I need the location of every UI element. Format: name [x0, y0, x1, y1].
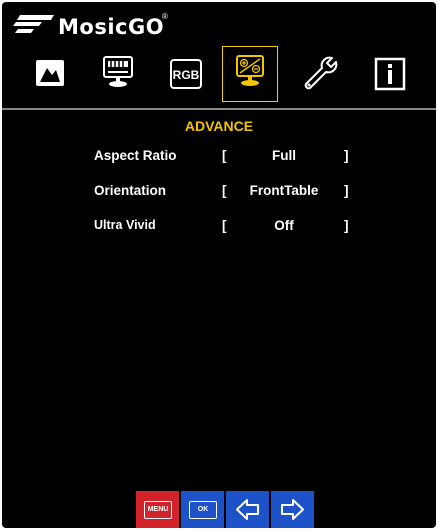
setting-label: Ultra Vivid — [94, 218, 156, 232]
setting-value: Full — [272, 148, 296, 163]
bracket-open: [ — [222, 148, 227, 163]
arrow-right-icon — [281, 499, 304, 520]
info-icon — [374, 57, 406, 91]
tab-setup[interactable] — [292, 46, 348, 102]
tab-rgb[interactable]: RGB — [158, 46, 214, 102]
rgb-icon: RGB — [170, 59, 202, 89]
brand-registered-mark: ® — [162, 12, 168, 21]
ok-button[interactable]: OK — [181, 491, 224, 528]
advance-icon — [236, 55, 264, 86]
tab-advance[interactable] — [222, 46, 278, 102]
setting-aspect-ratio[interactable]: Aspect Ratio [ Full ] — [2, 148, 436, 170]
left-arrow-button[interactable] — [226, 491, 269, 528]
setting-label: Orientation — [94, 183, 167, 198]
bracket-close: ] — [344, 148, 349, 163]
svg-text:RGB: RGB — [173, 68, 200, 82]
menu-button[interactable]: MENU — [136, 491, 179, 528]
bracket-close: ] — [344, 218, 349, 233]
ok-button-label: OK — [189, 501, 217, 519]
setting-orientation[interactable]: Orientation [ FrontTable ] — [2, 183, 436, 205]
picture-icon — [36, 60, 64, 86]
bracket-open: [ — [222, 218, 227, 233]
menu-tabs: RGB — [2, 46, 436, 104]
setting-ultra-vivid[interactable]: Ultra Vivid [ Off ] — [2, 218, 436, 240]
bracket-open: [ — [222, 183, 227, 198]
osd-window: MosicGO ® RGB ADVANCE Aspect Ratio [Ful… — [2, 2, 436, 528]
setting-value: FrontTable — [249, 183, 319, 198]
header: MosicGO ® — [2, 2, 436, 46]
setting-value: Off — [274, 218, 294, 233]
arrow-left-icon — [236, 499, 259, 520]
divider — [2, 108, 436, 110]
menu-button-label: MENU — [144, 501, 172, 519]
wrench-icon — [304, 56, 338, 90]
brand-logo-mark — [13, 15, 54, 33]
section-title: ADVANCE — [184, 118, 254, 134]
display-icon — [103, 56, 133, 87]
setting-label: Aspect Ratio — [94, 148, 177, 163]
brand-name: MosicGO — [58, 15, 165, 39]
bracket-close: ] — [344, 183, 349, 198]
tab-display[interactable] — [90, 46, 146, 102]
right-arrow-button[interactable] — [271, 491, 314, 528]
tab-information[interactable] — [362, 46, 418, 102]
tab-picture[interactable] — [22, 46, 78, 102]
